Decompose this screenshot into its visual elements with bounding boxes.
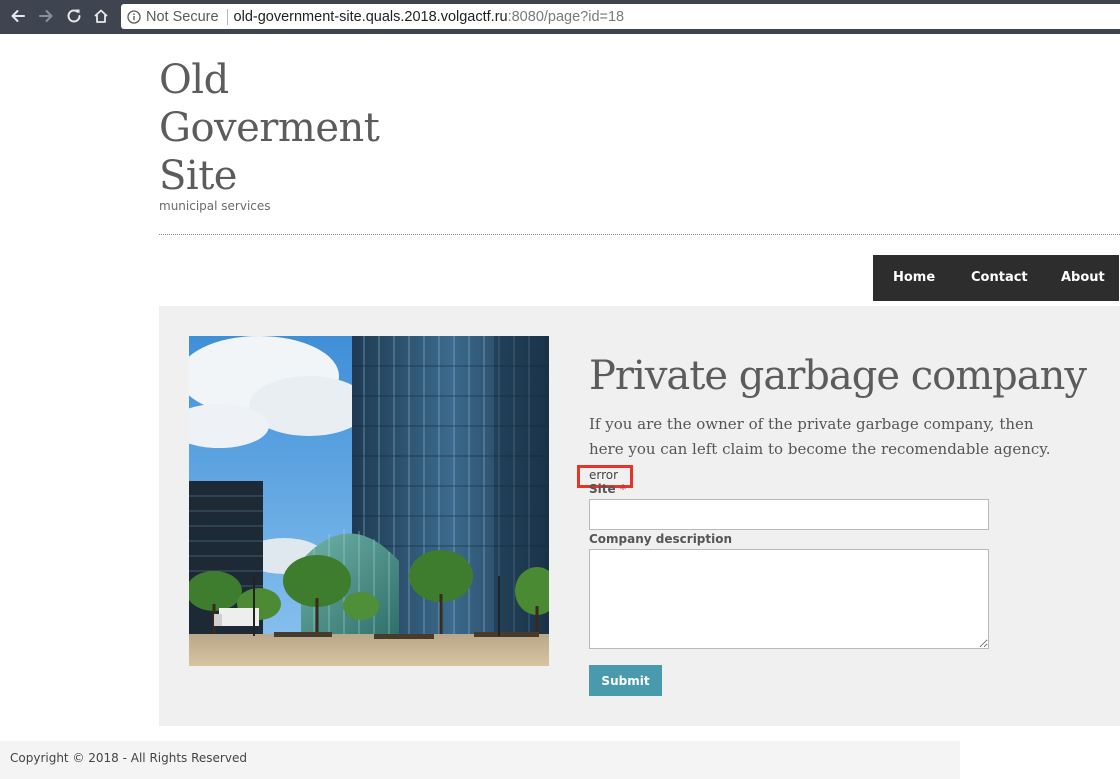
company-description-label: Company description [589, 532, 733, 546]
forward-button[interactable] [35, 5, 57, 27]
header-divider [159, 234, 1120, 235]
nav-link-about[interactable]: About [1061, 270, 1105, 285]
home-icon [94, 9, 108, 23]
intro-text: If you are the owner of the private garb… [589, 415, 1051, 458]
required-marker: * [619, 482, 627, 496]
url-port-path[interactable]: :8080/page?id=18 [508, 9, 625, 25]
footer: Copyright © 2018 - All Rights Reserved [0, 741, 960, 779]
submit-button[interactable]: Submit [589, 665, 662, 696]
security-label[interactable]: Not Secure [146, 9, 219, 25]
reload-icon [67, 9, 81, 23]
page-content: Private garbage company If you are the o… [577, 350, 1089, 696]
url-host[interactable]: old-government-site.quals.2018.volgactf.… [234, 9, 508, 25]
address-separator [226, 8, 228, 25]
company-description-textarea[interactable] [589, 549, 989, 649]
site-title-line: Site [159, 153, 237, 199]
site-title: Old Goverment Site [159, 56, 399, 200]
forward-arrow-icon [39, 10, 53, 22]
back-button[interactable] [7, 5, 29, 27]
home-button[interactable] [90, 5, 112, 27]
nav-link-home[interactable]: Home [893, 270, 935, 285]
nav-link-contact[interactable]: Contact [971, 270, 1028, 285]
copyright-text: Copyright © 2018 - All Rights Reserved [10, 751, 247, 765]
browser-toolbar: Not Secure old-government-site.quals.201… [0, 0, 1120, 34]
back-arrow-icon [11, 10, 25, 22]
main-nav: Home Contact About [873, 255, 1119, 301]
page-heading: Private garbage company [589, 353, 1087, 399]
error-message: error [589, 468, 619, 482]
address-bar[interactable]: Not Secure old-government-site.quals.201… [121, 4, 1120, 29]
site-subtitle: municipal services [159, 199, 271, 213]
site-field-label: Site * [589, 482, 626, 496]
city-buildings-photo [189, 336, 549, 666]
reload-button[interactable] [63, 5, 85, 27]
site-input[interactable] [589, 499, 989, 530]
info-icon[interactable] [127, 9, 141, 24]
site-title-line: Goverment [159, 105, 380, 151]
main-content-panel: Private garbage company If you are the o… [159, 306, 1120, 726]
site-title-line: Old [159, 57, 229, 103]
site-label-text: Site [589, 482, 616, 496]
